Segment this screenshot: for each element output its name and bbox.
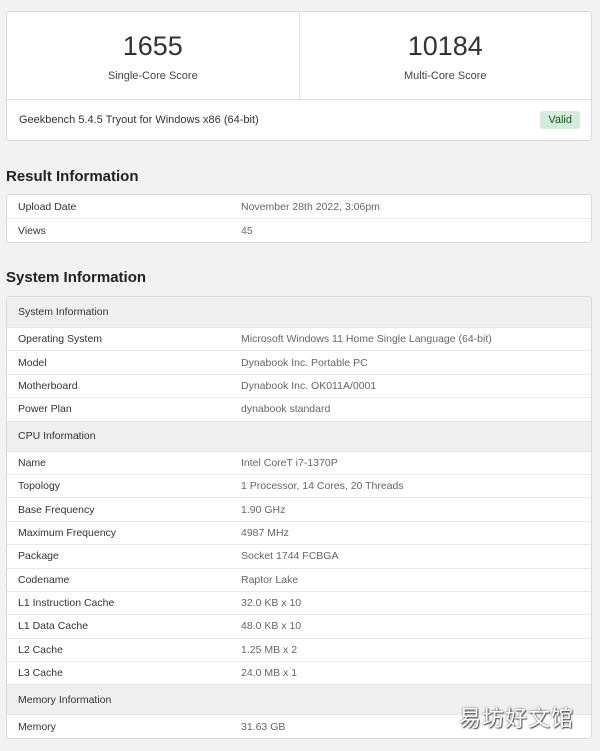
score-card: 1655 Single-Core Score 10184 Multi-Core …: [6, 11, 592, 141]
multi-core-score-label: Multi-Core Score: [403, 70, 487, 82]
multi-core-score: 10184 Multi-Core Score: [298, 12, 592, 99]
table-row: Topology 1 Processor, 14 Cores, 20 Threa…: [7, 473, 591, 497]
table-row: Name Intel CoreT i7-1370P: [7, 450, 591, 474]
row-value: 48.0 KB x 10: [241, 620, 302, 633]
row-key: Motherboard: [18, 379, 78, 392]
table-row: Model Dynabook Inc. Portable PC: [7, 350, 591, 373]
row-value: Intel CoreT i7-1370P: [241, 456, 338, 469]
row-key: L3 Cache: [18, 667, 63, 680]
system-information-table: System Information Operating System Micr…: [6, 296, 592, 739]
row-value: 1.25 MB x 2: [241, 643, 298, 656]
row-key: Model: [18, 356, 47, 369]
cpu-information-header: CPU Information: [7, 420, 591, 451]
scores-row: 1655 Single-Core Score 10184 Multi-Core …: [7, 12, 591, 100]
table-row: Views 45: [7, 218, 591, 241]
valid-badge: Valid: [540, 111, 580, 129]
row-key: Maximum Frequency: [18, 526, 117, 539]
row-key: Topology: [18, 480, 61, 493]
table-row: Maximum Frequency 4987 MHz: [7, 520, 591, 544]
row-key: L2 Cache: [18, 643, 63, 656]
geekbench-result-page: 1655 Single-Core Score 10184 Multi-Core …: [0, 0, 600, 751]
row-value: Dynabook Inc. Portable PC: [241, 356, 368, 369]
result-information-title: Result Information: [6, 168, 139, 185]
single-core-score: 1655 Single-Core Score: [7, 12, 299, 99]
table-row: Operating System Microsoft Windows 11 Ho…: [7, 327, 591, 350]
single-core-score-label: Single-Core Score: [107, 70, 198, 82]
row-key: Power Plan: [18, 403, 72, 416]
table-row: Upload Date November 28th 2022, 3:06pm: [7, 195, 591, 218]
table-row: Codename Raptor Lake: [7, 567, 591, 591]
single-core-score-value: 1655: [122, 31, 183, 61]
row-value: 45: [241, 224, 253, 237]
row-value: 1.90 GHz: [241, 503, 286, 516]
row-value: Socket 1744 FCBGA: [241, 550, 339, 563]
row-value: 32.0 KB x 10: [241, 597, 302, 610]
system-information-header: System Information: [7, 297, 591, 327]
row-key: Operating System: [18, 333, 103, 346]
row-value: Dynabook Inc. OK011A/0001: [241, 379, 377, 392]
system-information-title: System Information: [6, 269, 147, 286]
benchmark-version: Geekbench 5.4.5 Tryout for Windows x86 (…: [19, 114, 259, 126]
table-row: Base Frequency 1.90 GHz: [7, 497, 591, 520]
row-value: dynabook standard: [241, 403, 331, 416]
row-value: 4987 MHz: [241, 526, 289, 539]
table-row: Motherboard Dynabook Inc. OK011A/0001: [7, 373, 591, 397]
multi-core-score-value: 10184: [407, 31, 483, 61]
row-key: Upload Date: [18, 200, 77, 213]
row-key: L1 Instruction Cache: [18, 597, 115, 610]
table-row: Power Plan dynabook standard: [7, 397, 591, 420]
row-key: Codename: [18, 573, 70, 586]
row-key: Views: [18, 224, 46, 237]
table-row: L2 Cache 1.25 MB x 2: [7, 637, 591, 661]
result-information-table: Upload Date November 28th 2022, 3:06pm V…: [6, 194, 592, 243]
row-key: Package: [18, 550, 59, 563]
row-value: Microsoft Windows 11 Home Single Languag…: [241, 333, 492, 346]
row-value: Raptor Lake: [241, 573, 299, 586]
table-row: L1 Instruction Cache 32.0 KB x 10: [7, 590, 591, 614]
table-row: L3 Cache 24.0 MB x 1: [7, 661, 591, 684]
row-key: Base Frequency: [18, 503, 95, 516]
row-key: Name: [18, 456, 47, 469]
version-row: Geekbench 5.4.5 Tryout for Windows x86 (…: [7, 100, 591, 140]
row-value: November 28th 2022, 3:06pm: [241, 200, 380, 213]
table-row: L1 Data Cache 48.0 KB x 10: [7, 614, 591, 637]
row-key: L1 Data Cache: [18, 620, 89, 633]
watermark: 易坊好文馆: [458, 707, 574, 732]
row-value: 1 Processor, 14 Cores, 20 Threads: [241, 480, 404, 493]
row-value: 24.0 MB x 1: [241, 667, 298, 680]
table-row: Package Socket 1744 FCBGA: [7, 544, 591, 567]
row-key: Memory: [18, 720, 56, 733]
